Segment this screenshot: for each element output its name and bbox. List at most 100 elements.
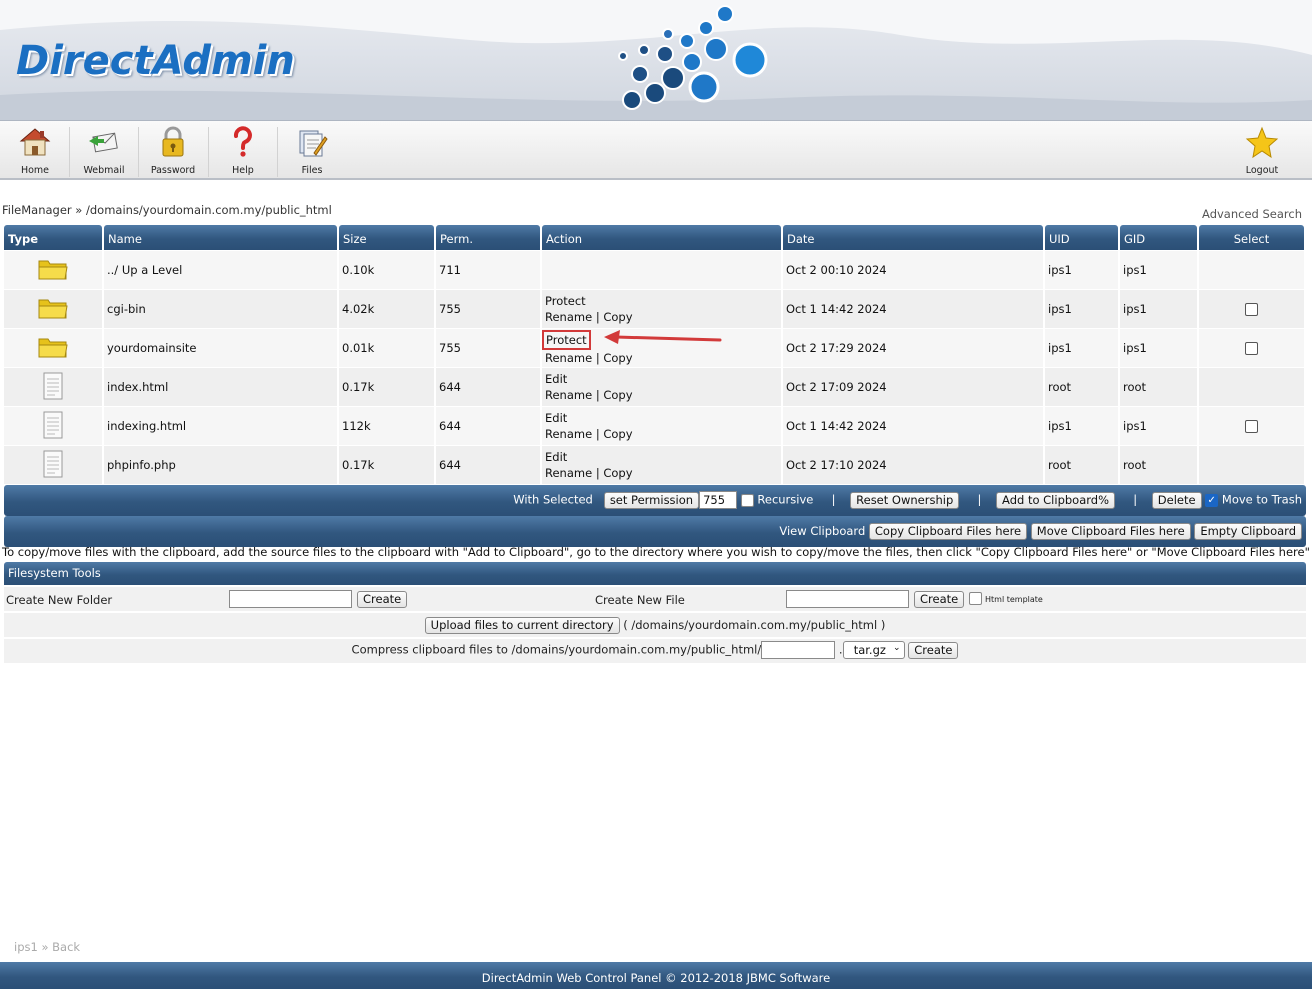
file-perm-link[interactable]: 711 — [436, 251, 540, 289]
rename-link[interactable]: Rename — [545, 388, 592, 402]
permission-input[interactable]: 755 — [699, 491, 738, 509]
file-name-link[interactable]: indexing.html — [104, 407, 337, 445]
edit-link[interactable]: Edit — [545, 372, 567, 386]
toolbar-help[interactable]: Help — [209, 125, 277, 179]
file-date: Oct 2 17:10 2024 — [783, 446, 1043, 484]
file-perm-link[interactable]: 755 — [436, 290, 540, 328]
file-name-link[interactable]: yourdomainsite — [104, 329, 337, 367]
edit-link[interactable]: Edit — [545, 450, 567, 464]
create-row: Create New Folder Create Create New File… — [4, 587, 1306, 611]
with-selected-bar: With Selected set Permission 755 Recursiv… — [4, 485, 1306, 516]
delete-button[interactable]: Delete — [1151, 491, 1202, 509]
toolbar-password-label: Password — [150, 165, 196, 176]
move-clipboard-files-button[interactable]: Move Clipboard Files here — [1030, 523, 1191, 540]
file-gid: root — [1120, 446, 1197, 484]
file-perm-link[interactable]: 755 — [436, 329, 540, 367]
toolbar-files[interactable]: Files — [278, 125, 346, 179]
col-gid[interactable]: GID — [1120, 225, 1197, 250]
create-folder-label: Create New Folder — [6, 593, 113, 607]
toolbar-webmail-label: Webmail — [83, 165, 125, 176]
file-icon[interactable] — [41, 371, 65, 401]
copy-link[interactable]: Copy — [603, 466, 632, 480]
add-to-clipboard-button[interactable]: Add to Clipboard% — [996, 491, 1116, 509]
create-file-label: Create New File — [595, 593, 685, 607]
upload-row: Upload files to current directory ( /dom… — [4, 613, 1306, 637]
with-selected-label: With Selected — [513, 492, 593, 507]
file-icon[interactable] — [41, 449, 65, 479]
file-size: 0.01k — [339, 329, 434, 367]
file-uid: ips1 — [1045, 290, 1118, 328]
new-folder-input[interactable] — [229, 590, 352, 608]
webmail-icon — [89, 132, 118, 153]
toolbar-password[interactable]: Password — [139, 125, 207, 179]
file-perm-link[interactable]: 644 — [436, 368, 540, 406]
file-name-link[interactable]: ../ Up a Level — [104, 251, 337, 289]
reset-ownership-button[interactable]: Reset Ownership — [850, 491, 960, 509]
create-file-button[interactable]: Create — [914, 591, 965, 608]
edit-link[interactable]: Edit — [545, 411, 567, 425]
rename-link[interactable]: Rename — [545, 310, 592, 324]
toolbar-logout[interactable]: Logout — [1228, 125, 1296, 179]
folder-icon[interactable] — [37, 334, 69, 360]
file-name-link[interactable]: cgi-bin — [104, 290, 337, 328]
file-actions: Edit Rename | Copy — [542, 368, 781, 406]
copy-link[interactable]: Copy — [603, 388, 632, 402]
compress-format-select[interactable]: tar.gz ⌄ — [842, 641, 905, 659]
help-question-icon — [233, 126, 252, 157]
file-name-link[interactable]: phpinfo.php — [104, 446, 337, 484]
col-type[interactable]: Type — [4, 225, 102, 250]
select-checkbox[interactable] — [1245, 342, 1258, 355]
folder-icon[interactable] — [37, 256, 69, 282]
compress-filename-input[interactable] — [761, 641, 836, 659]
file-uid: ips1 — [1045, 329, 1118, 367]
bottom-user-link[interactable]: ips1 — [14, 940, 38, 954]
star-icon — [1245, 126, 1279, 159]
set-permission-button[interactable]: set Permission — [603, 491, 700, 509]
directadmin-logo[interactable]: DirectAdmin — [16, 38, 295, 84]
upload-files-button[interactable]: Upload files to current directory — [424, 617, 620, 634]
copy-clipboard-files-button[interactable]: Copy Clipboard Files here — [868, 523, 1028, 540]
protect-link-highlighted[interactable]: Protect — [542, 330, 591, 350]
move-to-trash-checkbox[interactable]: ✓ — [1205, 493, 1219, 507]
file-perm-link[interactable]: 644 — [436, 407, 540, 445]
bubbles-logo-icon — [618, 5, 768, 110]
rename-link[interactable]: Rename — [545, 427, 592, 441]
select-checkbox[interactable] — [1245, 420, 1258, 433]
col-select[interactable]: Select — [1199, 225, 1304, 250]
file-size: 0.17k — [339, 446, 434, 484]
folder-icon[interactable] — [37, 295, 69, 321]
move-to-trash-label: Move to Trash — [1221, 492, 1302, 507]
toolbar-home[interactable]: Home — [1, 125, 69, 179]
col-name[interactable]: Name — [104, 225, 337, 250]
back-link[interactable]: Back — [52, 940, 80, 954]
copy-link[interactable]: Copy — [603, 351, 632, 365]
compress-create-button[interactable]: Create — [908, 641, 959, 659]
filesystem-tools-header: Filesystem Tools — [4, 562, 1306, 585]
create-folder-button[interactable]: Create — [357, 591, 408, 608]
rename-link[interactable]: Rename — [545, 466, 592, 480]
new-file-input[interactable] — [786, 590, 909, 608]
toolbar-webmail[interactable]: Webmail — [70, 125, 138, 179]
copy-link[interactable]: Copy — [603, 310, 632, 324]
col-perm[interactable]: Perm. — [436, 225, 540, 250]
col-date[interactable]: Date — [783, 225, 1043, 250]
rename-link[interactable]: Rename — [545, 351, 592, 365]
file-date: Oct 2 17:09 2024 — [783, 368, 1043, 406]
empty-clipboard-button[interactable]: Empty Clipboard — [1194, 523, 1302, 540]
breadcrumb[interactable]: FileManager » /domains/yourdomain.com.my… — [2, 203, 332, 217]
advanced-search-link[interactable]: Advanced Search — [1202, 207, 1302, 221]
html-template-label: Html template — [985, 595, 1043, 604]
select-checkbox[interactable] — [1245, 303, 1258, 316]
copy-link[interactable]: Copy — [603, 427, 632, 441]
col-uid[interactable]: UID — [1045, 225, 1118, 250]
file-perm-link[interactable]: 644 — [436, 446, 540, 484]
file-name-link[interactable]: index.html — [104, 368, 337, 406]
file-size: 4.02k — [339, 290, 434, 328]
file-icon[interactable] — [41, 410, 65, 440]
protect-link[interactable]: Protect — [545, 294, 586, 308]
col-size[interactable]: Size — [339, 225, 434, 250]
html-template-checkbox[interactable] — [969, 592, 982, 605]
view-clipboard-link[interactable]: View Clipboard — [779, 524, 865, 538]
recursive-checkbox[interactable] — [740, 493, 754, 507]
table-row: phpinfo.php 0.17k 644 Edit Rename | Copy… — [4, 446, 1304, 484]
